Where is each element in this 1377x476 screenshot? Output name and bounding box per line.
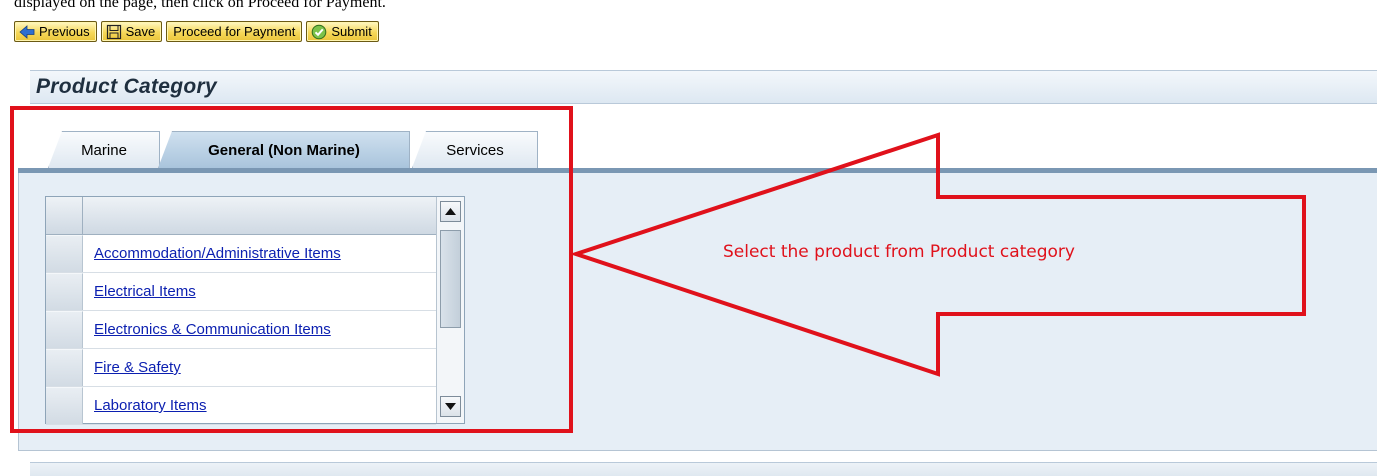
product-category-table: Accommodation/Administrative Items Elect…: [45, 196, 465, 425]
row-selector[interactable]: [46, 349, 83, 386]
page-title: Product Category: [36, 75, 217, 98]
row-selector[interactable]: [46, 387, 83, 424]
tab-marine[interactable]: Marine: [48, 131, 160, 168]
row-selector[interactable]: [46, 235, 83, 272]
column-header: [83, 197, 436, 235]
scroll-up-button[interactable]: [440, 201, 461, 222]
arrow-left-icon: [19, 24, 35, 39]
scroll-thumb[interactable]: [440, 230, 461, 328]
table-row: Electronics & Communication Items: [46, 311, 436, 349]
category-link[interactable]: Accommodation/Administrative Items: [83, 235, 436, 272]
section-header: Product Category: [30, 70, 1377, 104]
previous-label: Previous: [39, 24, 90, 39]
select-all-cell[interactable]: [46, 197, 83, 235]
table-row: Electrical Items: [46, 273, 436, 311]
proceed-for-payment-button[interactable]: Proceed for Payment: [166, 21, 303, 42]
scroll-down-button[interactable]: [440, 396, 461, 417]
vertical-scrollbar[interactable]: [436, 197, 464, 423]
triangle-up-icon: [445, 208, 456, 215]
tab-general-non-marine[interactable]: General (Non Marine): [158, 131, 410, 168]
toolbar: Previous Save Proceed for Payment Submit: [14, 21, 379, 42]
proceed-label: Proceed for Payment: [173, 24, 296, 39]
instruction-text: displayed on the page, then click on Pro…: [14, 0, 386, 11]
category-link[interactable]: Electronics & Communication Items: [83, 311, 436, 348]
category-link[interactable]: Laboratory Items: [83, 387, 436, 424]
submit-button[interactable]: Submit: [306, 21, 379, 42]
table-row: Laboratory Items: [46, 387, 436, 425]
tab-services[interactable]: Services: [412, 131, 538, 168]
save-label: Save: [125, 24, 156, 39]
annotation-text: Select the product from Product category: [723, 242, 1075, 262]
save-button[interactable]: Save: [100, 21, 163, 42]
submit-label: Submit: [331, 24, 372, 39]
row-selector[interactable]: [46, 311, 83, 348]
category-link[interactable]: Fire & Safety: [83, 349, 436, 386]
previous-button[interactable]: Previous: [14, 21, 97, 42]
table-row: Fire & Safety: [46, 349, 436, 387]
table-header: [46, 197, 436, 235]
table-row: Accommodation/Administrative Items: [46, 235, 436, 273]
row-selector[interactable]: [46, 273, 83, 310]
triangle-down-icon: [445, 403, 456, 410]
check-circle-icon: [312, 24, 327, 39]
category-link[interactable]: Electrical Items: [83, 273, 436, 310]
next-section-header: [30, 462, 1377, 476]
table-body: Accommodation/Administrative Items Elect…: [46, 235, 436, 425]
save-icon: [106, 24, 121, 39]
